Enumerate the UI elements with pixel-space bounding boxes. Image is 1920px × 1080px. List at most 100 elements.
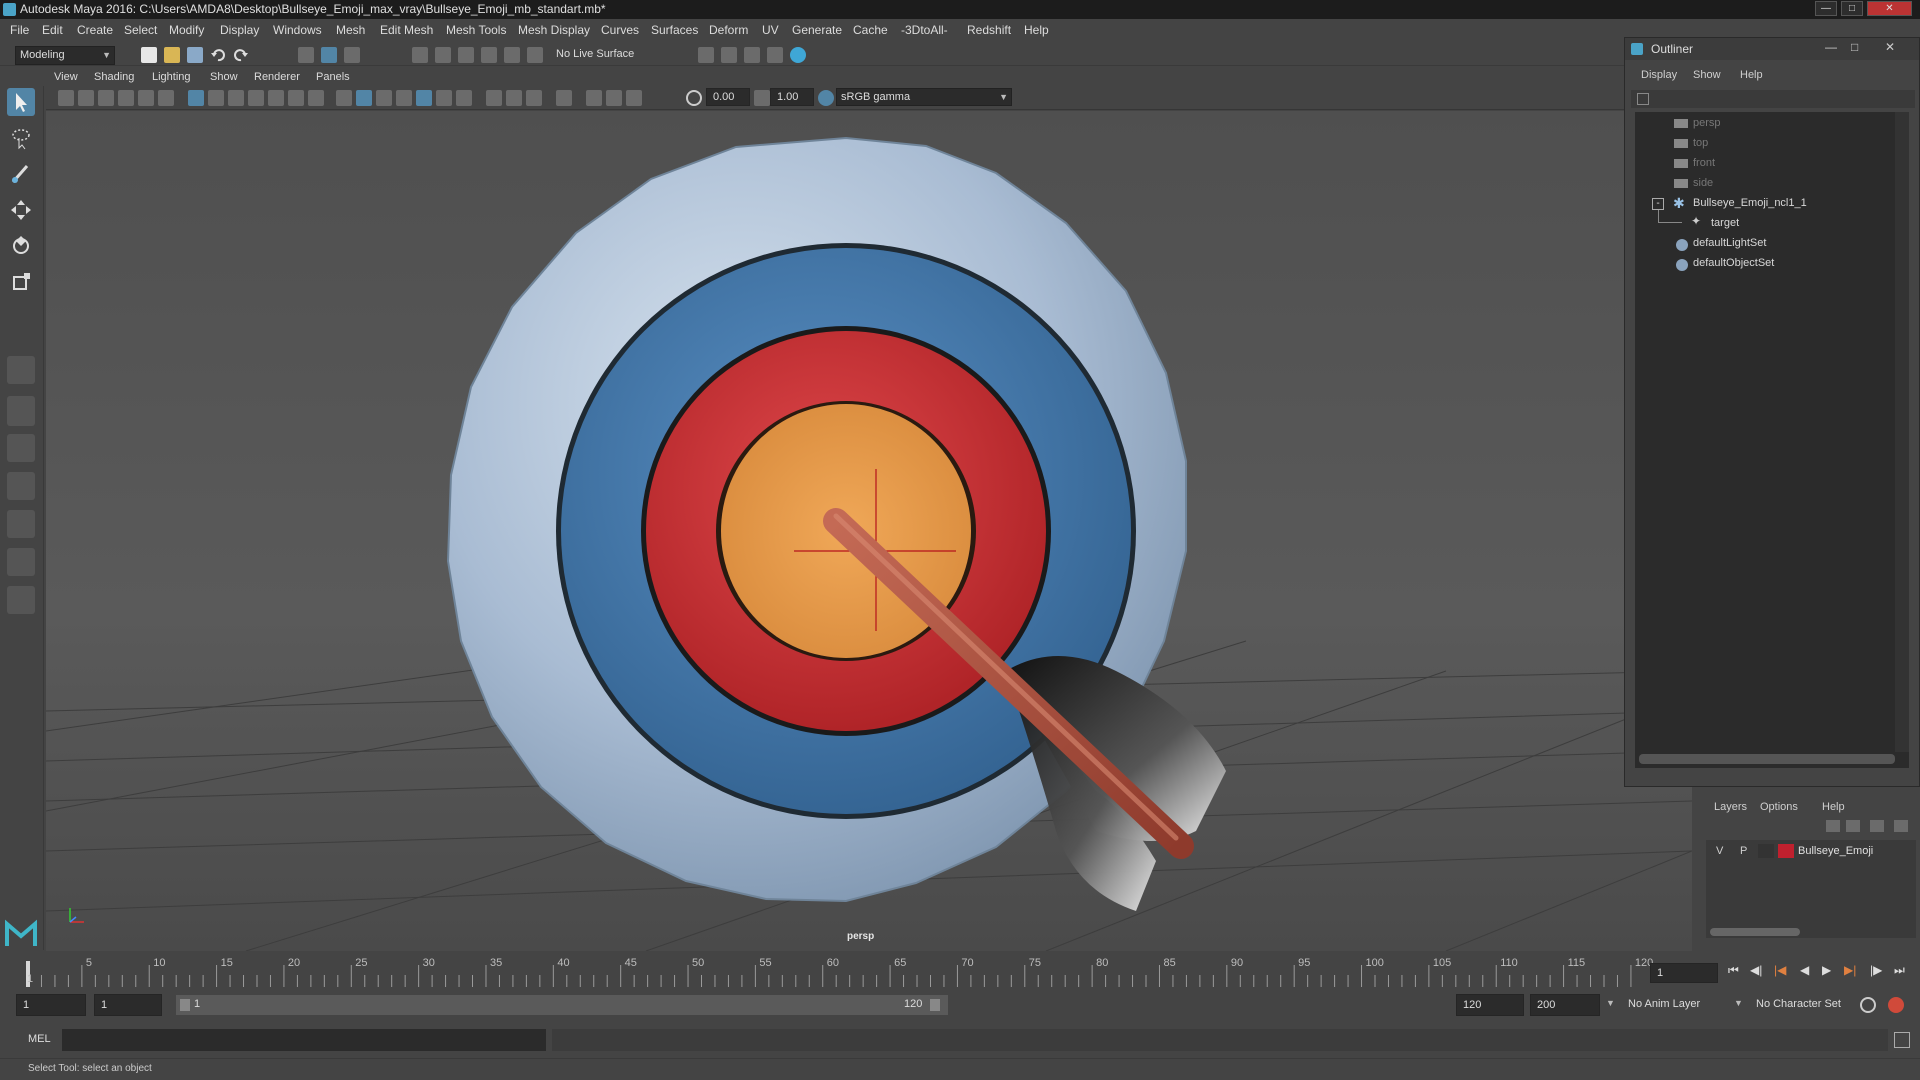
script-editor-icon[interactable] xyxy=(1894,1032,1910,1048)
panel-menu-view[interactable]: View xyxy=(54,71,78,83)
undo-icon[interactable] xyxy=(210,47,226,63)
camera-select-icon[interactable] xyxy=(58,90,74,106)
menu-display[interactable]: Display xyxy=(220,23,259,37)
smooth-shade-icon[interactable] xyxy=(356,90,372,106)
camera-attributes-icon[interactable] xyxy=(78,90,94,106)
redo-icon[interactable] xyxy=(233,47,249,63)
layout-hypershade-icon[interactable] xyxy=(7,548,35,576)
textured-icon[interactable] xyxy=(416,90,432,106)
gamma-field[interactable]: 1.00 xyxy=(770,88,814,106)
film-gate-icon[interactable] xyxy=(208,90,224,106)
hypershade-icon[interactable] xyxy=(767,47,783,63)
anim-layer-dropdown[interactable]: No Anim Layer xyxy=(1622,994,1742,1016)
panel-menu-lighting[interactable]: Lighting xyxy=(152,71,191,83)
menu-3dtoall[interactable]: -3DtoAll- xyxy=(901,23,948,37)
go-to-end-icon[interactable]: ⏭ xyxy=(1894,963,1905,978)
screen-space-ao-icon[interactable] xyxy=(486,90,502,106)
outliner-titlebar[interactable]: Outliner — □ ✕ xyxy=(1625,38,1919,60)
menu-select[interactable]: Select xyxy=(124,23,157,37)
image-plane-icon[interactable] xyxy=(118,90,134,106)
scale-tool-icon[interactable] xyxy=(7,268,35,296)
animation-start-field[interactable]: 1 xyxy=(16,994,86,1016)
panel-menu-panels[interactable]: Panels xyxy=(316,71,350,83)
range-end-handle[interactable] xyxy=(930,999,940,1011)
new-layer-icon[interactable] xyxy=(1870,820,1884,832)
outliner-item-side[interactable]: side xyxy=(1693,177,1713,189)
exposure-field[interactable]: 0.00 xyxy=(706,88,750,106)
filter-icon[interactable] xyxy=(1637,93,1649,105)
layout-graph-icon[interactable] xyxy=(7,510,35,538)
command-language-label[interactable]: MEL xyxy=(28,1033,51,1045)
save-scene-icon[interactable] xyxy=(187,47,203,63)
layers-menu-layers[interactable]: Layers xyxy=(1714,801,1747,813)
layer-visibility-toggle[interactable]: V xyxy=(1716,845,1723,857)
wireframe-on-shaded-icon[interactable] xyxy=(396,90,412,106)
layout-two-icon[interactable] xyxy=(7,434,35,462)
close-icon[interactable]: ✕ xyxy=(1867,1,1912,16)
isolate-select-icon[interactable] xyxy=(556,90,572,106)
snap-view-icon[interactable] xyxy=(481,47,497,63)
live-surface-label[interactable]: No Live Surface xyxy=(556,48,634,60)
layers-menu-options[interactable]: Options xyxy=(1760,801,1798,813)
gate-mask-icon[interactable] xyxy=(248,90,264,106)
playback-start-field[interactable]: 1 xyxy=(94,994,162,1016)
select-hierarchy-icon[interactable] xyxy=(298,47,314,63)
minimize-icon[interactable]: — xyxy=(1825,40,1837,54)
snap-grid-icon[interactable] xyxy=(412,47,428,63)
play-backwards-icon[interactable]: ◀ xyxy=(1800,963,1809,977)
snap-surface-icon[interactable] xyxy=(504,47,520,63)
snap-point-icon[interactable] xyxy=(458,47,474,63)
perspective-viewport[interactable]: persp xyxy=(46,111,1692,951)
outliner-item-default-object-set[interactable]: defaultObjectSet xyxy=(1693,257,1774,269)
current-frame-field[interactable]: 1 xyxy=(1650,963,1718,983)
layer-display-type[interactable] xyxy=(1758,844,1774,858)
animation-preferences-icon[interactable] xyxy=(1888,997,1904,1013)
grease-pencil-icon[interactable] xyxy=(158,90,174,106)
gamma-icon[interactable] xyxy=(754,90,770,106)
menu-cache[interactable]: Cache xyxy=(853,23,888,37)
outliner-horizontal-scrollbar[interactable] xyxy=(1639,754,1895,764)
layers-menu-help[interactable]: Help xyxy=(1822,801,1845,813)
xray-components-icon[interactable] xyxy=(626,90,642,106)
menu-edit[interactable]: Edit xyxy=(42,23,63,37)
select-tool-icon[interactable] xyxy=(7,88,35,116)
chevron-down-icon[interactable]: ▼ xyxy=(1606,998,1615,1008)
menu-help[interactable]: Help xyxy=(1024,23,1049,37)
go-to-start-icon[interactable]: ⏮ xyxy=(1728,963,1739,978)
layout-custom-icon[interactable] xyxy=(7,586,35,614)
paint-select-icon[interactable] xyxy=(7,160,35,188)
layer-name[interactable]: Bullseye_Emoji xyxy=(1798,845,1873,857)
menu-file[interactable]: File xyxy=(10,23,29,37)
outliner-vertical-scrollbar[interactable] xyxy=(1895,112,1909,752)
step-back-key-icon[interactable]: ◀| xyxy=(1750,963,1762,977)
grid-toggle-icon[interactable] xyxy=(188,90,204,106)
close-icon[interactable]: ✕ xyxy=(1885,40,1895,54)
xray-joints-icon[interactable] xyxy=(606,90,622,106)
move-layer-up-icon[interactable] xyxy=(1826,820,1840,832)
panel-menu-shading[interactable]: Shading xyxy=(94,71,134,83)
safe-title-icon[interactable] xyxy=(308,90,324,106)
xray-icon[interactable] xyxy=(586,90,602,106)
menu-edit-mesh[interactable]: Edit Mesh xyxy=(380,23,433,37)
menu-curves[interactable]: Curves xyxy=(601,23,639,37)
anti-aliasing-icon[interactable] xyxy=(526,90,542,106)
collapse-icon[interactable]: - xyxy=(1652,198,1664,210)
2d-pan-icon[interactable] xyxy=(138,90,154,106)
open-scene-icon[interactable] xyxy=(164,47,180,63)
render-settings-icon[interactable] xyxy=(744,47,760,63)
ipr-render-icon[interactable] xyxy=(721,47,737,63)
render-view-icon[interactable] xyxy=(790,47,806,63)
snap-curve-icon[interactable] xyxy=(435,47,451,63)
exposure-icon[interactable] xyxy=(686,90,702,106)
layout-four-icon[interactable] xyxy=(7,396,35,426)
rotate-tool-icon[interactable] xyxy=(7,232,35,260)
auto-key-icon[interactable] xyxy=(1860,997,1876,1013)
step-back-frame-icon[interactable]: |◀ xyxy=(1774,963,1786,977)
menu-uv[interactable]: UV xyxy=(762,23,779,37)
color-management-icon[interactable] xyxy=(818,90,834,106)
field-chart-icon[interactable] xyxy=(268,90,284,106)
menu-surfaces[interactable]: Surfaces xyxy=(651,23,698,37)
outliner-item-target[interactable]: target xyxy=(1711,217,1739,229)
menu-redshift[interactable]: Redshift xyxy=(967,23,1011,37)
move-layer-down-icon[interactable] xyxy=(1846,820,1860,832)
